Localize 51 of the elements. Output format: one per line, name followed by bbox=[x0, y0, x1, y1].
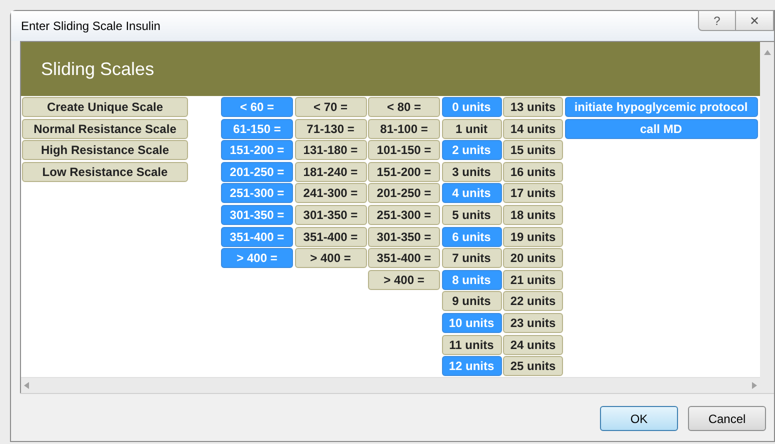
header-title: Sliding Scales bbox=[41, 58, 154, 81]
scale-option[interactable]: 301-350 = bbox=[294, 204, 366, 225]
scale-option[interactable]: 19 units bbox=[503, 226, 563, 247]
scale-button[interactable]: Normal Resistance Scale bbox=[22, 118, 188, 139]
close-button[interactable]: ✕ bbox=[736, 10, 774, 31]
scale-option[interactable]: 23 units bbox=[503, 312, 563, 333]
scale-option[interactable]: < 80 = bbox=[368, 97, 440, 117]
scale-button[interactable]: Low Resistance Scale bbox=[22, 162, 188, 182]
scale-option[interactable]: 25 units bbox=[503, 356, 563, 376]
scale-option[interactable]: 16 units bbox=[503, 162, 563, 182]
scale-option[interactable]: 14 units bbox=[503, 118, 563, 139]
scale-option[interactable]: 15 units bbox=[503, 140, 563, 160]
dialog-button[interactable]: Cancel bbox=[688, 406, 766, 431]
scale-option[interactable]: 201-250 = bbox=[368, 183, 440, 204]
scale-button[interactable]: High Resistance Scale bbox=[22, 140, 188, 160]
scale-option[interactable]: 181-240 = bbox=[294, 162, 366, 182]
scale-option[interactable]: 241-300 = bbox=[294, 183, 366, 204]
scale-option[interactable]: < 70 = bbox=[294, 97, 366, 117]
scale-option[interactable]: 9 units bbox=[442, 291, 502, 312]
scale-option[interactable]: 131-180 = bbox=[294, 140, 366, 160]
scale-option[interactable]: 351-400 = bbox=[294, 226, 366, 247]
left-arrow-icon[interactable] bbox=[24, 382, 29, 389]
scale-option[interactable]: 18 units bbox=[503, 204, 563, 225]
right-arrow-icon[interactable] bbox=[752, 382, 758, 389]
scale-option[interactable]: 301-350 = bbox=[368, 226, 440, 247]
scale-option[interactable]: 17 units bbox=[503, 183, 563, 204]
scale-option[interactable]: 151-200 = bbox=[368, 162, 440, 182]
dialog-button[interactable]: OK bbox=[600, 406, 678, 431]
vertical-scrollbar[interactable] bbox=[760, 42, 774, 393]
window-title: Enter Sliding Scale Insulin bbox=[21, 18, 160, 35]
scale-option[interactable]: > 400 = bbox=[368, 270, 440, 290]
help-button[interactable]: ? bbox=[698, 10, 736, 31]
scale-option[interactable]: 7 units bbox=[442, 248, 502, 268]
scale-option[interactable]: 22 units bbox=[503, 291, 563, 312]
scale-option[interactable]: 81-100 = bbox=[368, 118, 440, 139]
scale-option[interactable]: 101-150 = bbox=[368, 140, 440, 160]
scale-button[interactable]: Create Unique Scale bbox=[22, 97, 188, 117]
scale-option[interactable]: 13 units bbox=[503, 97, 563, 117]
scale-option[interactable]: 71-130 = bbox=[294, 118, 366, 139]
horizontal-scrollbar[interactable] bbox=[21, 377, 760, 393]
scale-option[interactable]: 251-300 = bbox=[368, 204, 440, 225]
scale-option[interactable]: 11 units bbox=[442, 334, 502, 355]
scale-option[interactable]: 351-400 = bbox=[368, 248, 440, 268]
up-arrow-icon[interactable] bbox=[764, 50, 770, 55]
scale-option[interactable]: > 400 = bbox=[294, 248, 366, 268]
scale-option[interactable]: 24 units bbox=[503, 334, 563, 355]
scale-option[interactable]: 5 units bbox=[442, 204, 502, 225]
scale-option[interactable]: 1 unit bbox=[442, 118, 502, 139]
scale-option[interactable]: 20 units bbox=[503, 248, 563, 268]
scale-option[interactable]: 21 units bbox=[503, 270, 563, 290]
scale-option[interactable]: 3 units bbox=[442, 162, 502, 182]
